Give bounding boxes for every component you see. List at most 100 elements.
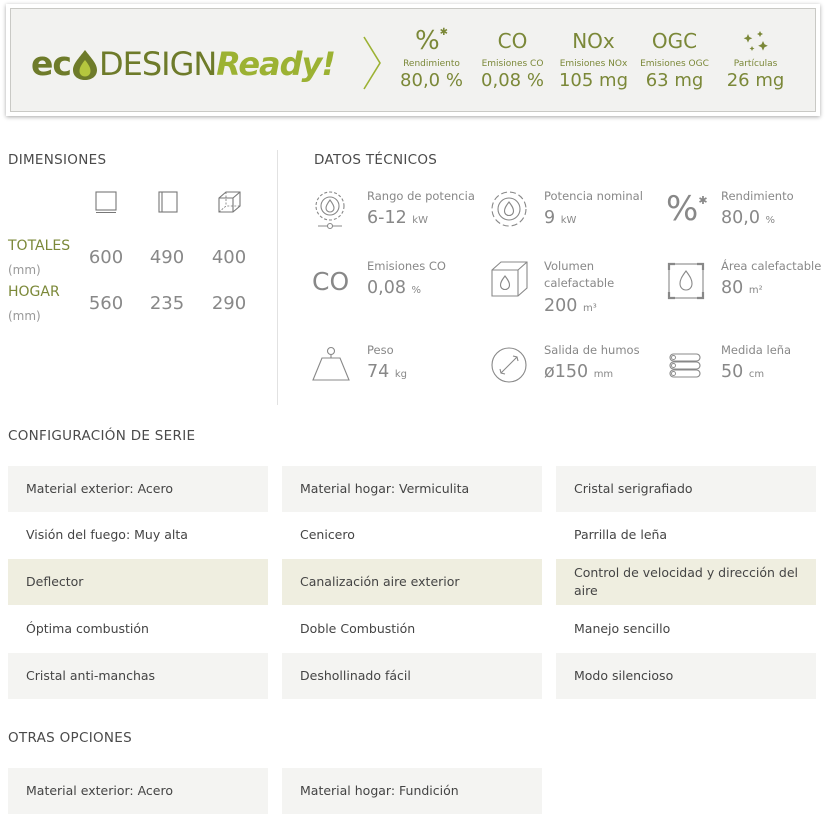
weight-icon bbox=[312, 346, 350, 381]
config-item: Parrilla de leña bbox=[574, 527, 668, 542]
tech-item-co: CO Emisiones CO 0,08 % bbox=[312, 258, 482, 328]
tech-item-label: Rango de potencia bbox=[367, 189, 475, 203]
section-divider bbox=[277, 150, 278, 405]
dim-row-totales-label: TOTALES bbox=[8, 238, 71, 254]
config-item: Óptima combustión bbox=[26, 621, 149, 636]
eco-metric-co: CO Emisiones CO 0,08 % bbox=[472, 25, 553, 91]
dimensions-title: DIMENSIONES bbox=[8, 152, 107, 168]
config-item: Cenicero bbox=[300, 527, 355, 542]
dim-value: 560 bbox=[88, 293, 124, 314]
volume-icon bbox=[491, 261, 528, 297]
logo-ready-text: Ready! bbox=[216, 45, 336, 83]
tech-item-label: Potencia nominal bbox=[544, 189, 643, 203]
dim-row-unit: (mm) bbox=[8, 309, 41, 323]
eco-metric-ogc: OGC Emisiones OGC 63 mg bbox=[634, 25, 715, 91]
tech-item-value: 0,08 % bbox=[367, 278, 422, 298]
tech-item-label: Área calefactable bbox=[721, 259, 822, 273]
flue-outlet-icon bbox=[491, 347, 527, 383]
dim-value: 600 bbox=[88, 247, 124, 268]
config-item: Control de velocidad y dirección del air… bbox=[556, 559, 816, 605]
log-size-icon bbox=[669, 353, 701, 378]
tech-item-label: Medida leña bbox=[721, 343, 792, 357]
config-item: Deshollinado fácil bbox=[282, 653, 542, 699]
tech-item-value: 200 m³ bbox=[544, 296, 597, 316]
eco-metric-value: 80,0 % bbox=[400, 70, 463, 91]
eco-metric-label: Emisiones NOx bbox=[559, 59, 628, 69]
dim-row-unit: (mm) bbox=[8, 263, 41, 277]
nominal-power-icon bbox=[491, 191, 527, 227]
chevron-right-icon bbox=[363, 36, 381, 90]
side-depth-icon bbox=[158, 191, 178, 213]
tech-item-label: Rendimiento bbox=[721, 189, 794, 203]
ecodesign-banner: ec DESIGN Ready! %✱ Rendimiento 80,0 % bbox=[6, 4, 820, 116]
eco-metrics: % ✱ Rendimiento 80,0 % CO Emisiones CO 0,… bbox=[391, 25, 796, 91]
config-item: Deflector bbox=[8, 559, 268, 605]
dim-value: 400 bbox=[211, 247, 247, 268]
tech-item-value: ø150 mm bbox=[544, 362, 614, 382]
tech-item-value: 80,0 % bbox=[721, 208, 776, 228]
ecodesign-panel: ec DESIGN Ready! %✱ Rendimiento 80,0 % bbox=[10, 8, 816, 112]
heated-area-icon bbox=[667, 262, 705, 300]
dim-row-hogar-label: HOGAR bbox=[8, 284, 60, 300]
tech-item-label: Emisiones CO bbox=[367, 259, 446, 273]
particles-icon bbox=[715, 25, 796, 57]
eco-metric-label: Emisiones CO bbox=[481, 59, 544, 69]
leaf-drop-icon bbox=[72, 49, 98, 81]
config-item: Material hogar: Vermiculita bbox=[282, 466, 542, 512]
config-item: Manejo sencillo bbox=[574, 621, 671, 636]
eco-metric-value: 63 mg bbox=[645, 70, 704, 91]
tech-item-weight: Peso 74 kg bbox=[312, 342, 482, 412]
tech-item-value: 74 kg bbox=[367, 362, 407, 382]
tech-item-value: 50 cm bbox=[721, 362, 765, 382]
tech-item-efficiency: %✱ Rendimiento 80,0 % bbox=[666, 188, 826, 258]
tech-item-flue-outlet: Salida de humos ø150 mm bbox=[489, 342, 659, 412]
config-item: Visión del fuego: Muy alta bbox=[26, 527, 188, 542]
dim-value: 235 bbox=[149, 293, 185, 314]
eco-metric-particles: Partículas 26 mg bbox=[715, 25, 796, 91]
eco-metric-label: Partículas bbox=[733, 59, 778, 69]
co-icon: CO bbox=[497, 29, 528, 53]
tech-item-label: Peso bbox=[367, 343, 394, 357]
tech-item-heated-area: Área calefactable 80 m² bbox=[666, 258, 826, 328]
config-item: Doble Combustión bbox=[300, 621, 416, 636]
power-range-icon bbox=[315, 191, 345, 230]
dim-value: 490 bbox=[149, 247, 185, 268]
eco-metric-value: 26 mg bbox=[726, 70, 785, 91]
tech-item-label: Volumen calefactable bbox=[544, 259, 615, 290]
tech-item-value: 6-12 kW bbox=[367, 208, 428, 228]
eco-metric-value: 105 mg bbox=[558, 70, 629, 91]
option-item: Material exterior: Acero bbox=[8, 768, 268, 814]
front-width-icon bbox=[95, 191, 117, 214]
eco-metric-nox: NOx Emisiones NOx 105 mg bbox=[553, 25, 634, 91]
options-title: OTRAS OPCIONES bbox=[8, 730, 132, 746]
cube-height-icon bbox=[218, 191, 241, 213]
ogc-icon: OGC bbox=[651, 29, 698, 53]
config-item: Modo silencioso bbox=[556, 653, 816, 699]
tech-title: DATOS TÉCNICOS bbox=[314, 152, 438, 168]
config-item: Cristal serigrafiado bbox=[556, 466, 816, 512]
logo-design-text: DESIGN bbox=[98, 45, 217, 83]
tech-item-power-range: Rango de potencia 6-12 kW bbox=[312, 188, 482, 258]
config-item: Material exterior: Acero bbox=[8, 466, 268, 512]
eco-metric-value: 0,08 % bbox=[481, 70, 544, 91]
percent-icon: % ✱ bbox=[414, 26, 449, 56]
co-icon: CO bbox=[312, 267, 350, 296]
config-title: CONFIGURACIÓN DE SERIE bbox=[8, 428, 196, 444]
option-item: Material hogar: Fundición bbox=[282, 768, 542, 814]
eco-metric-label: Rendimiento bbox=[403, 59, 460, 69]
ecodesign-logo: ec DESIGN Ready! bbox=[31, 43, 336, 83]
tech-item-nominal-power: Potencia nominal 9 kW bbox=[489, 188, 659, 258]
tech-item-label: Salida de humos bbox=[544, 343, 640, 357]
eco-metric-label: Emisiones OGC bbox=[640, 59, 709, 69]
nox-icon: NOx bbox=[572, 29, 615, 53]
tech-item-volume: Volumen calefactable 200 m³ bbox=[489, 258, 659, 328]
tech-item-value: 80 m² bbox=[721, 278, 763, 298]
tech-item-value: 9 kW bbox=[544, 208, 577, 228]
tech-item-log-size: Medida leña 50 cm bbox=[666, 342, 826, 412]
efficiency-icon: %✱ bbox=[666, 189, 708, 229]
logo-eco-text: ec bbox=[31, 44, 72, 83]
config-item: Cristal anti-manchas bbox=[8, 653, 268, 699]
eco-metric-efficiency: % ✱ Rendimiento 80,0 % bbox=[391, 25, 472, 91]
dim-value: 290 bbox=[211, 293, 247, 314]
config-item: Canalización aire exterior bbox=[282, 559, 542, 605]
